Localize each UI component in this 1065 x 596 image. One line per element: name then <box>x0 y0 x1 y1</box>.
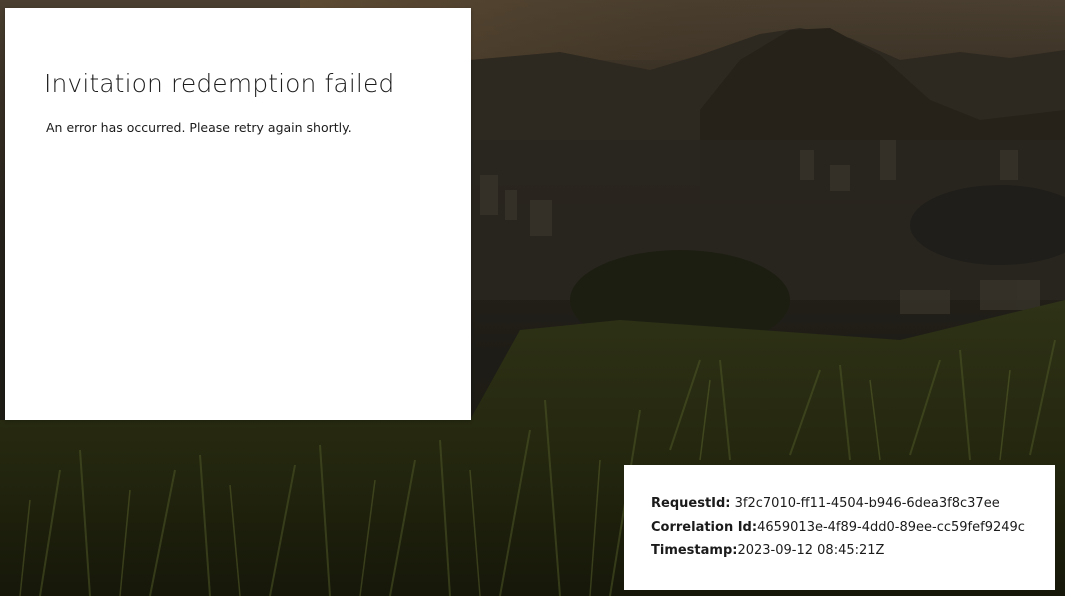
correlation-id-label: Correlation Id: <box>651 520 758 535</box>
timestamp-row: Timestamp:2023-09-12 08:45:21Z <box>651 542 884 560</box>
correlation-id-value: 4659013e-4f89-4dd0-89ee-cc59fef9249c <box>757 520 1025 535</box>
correlation-id-row: Correlation Id:4659013e-4f89-4dd0-89ee-c… <box>651 519 1025 537</box>
page: { "error_card": { "title": "Invitation r… <box>0 0 1065 596</box>
timestamp-value: 2023-09-12 08:45:21Z <box>737 543 885 558</box>
error-title: Invitation redemption failed <box>44 69 395 98</box>
timestamp-label: Timestamp: <box>651 543 738 558</box>
request-id-row: RequestId: 3f2c7010-ff11-4504-b946-6dea3… <box>651 495 1000 513</box>
error-details-panel: RequestId: 3f2c7010-ff11-4504-b946-6dea3… <box>624 465 1055 590</box>
error-message: An error has occurred. Please retry agai… <box>46 120 352 135</box>
error-card: Invitation redemption failed An error ha… <box>5 8 471 420</box>
request-id-label: RequestId: <box>651 496 731 511</box>
request-id-value: 3f2c7010-ff11-4504-b946-6dea3f8c37ee <box>734 496 1000 511</box>
